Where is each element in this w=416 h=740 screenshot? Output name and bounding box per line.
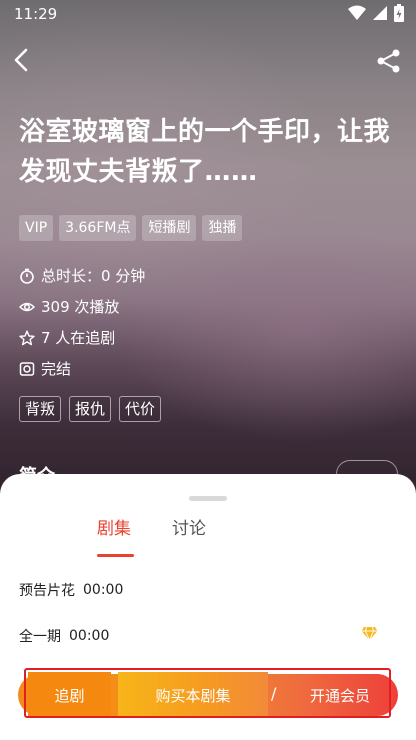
sheet-drag-handle[interactable] (189, 496, 227, 501)
status-bar: 11:29 (0, 0, 416, 30)
keyword-revenge[interactable]: 报仇 (69, 396, 112, 422)
action-separator: / (271, 684, 277, 703)
tag-list: VIP 3.66FM点 短播剧 独播 (19, 215, 243, 241)
diamond-icon (361, 626, 378, 641)
tag-category: 短播剧 (142, 215, 197, 241)
episode-duration: 00:00 (69, 628, 110, 644)
follow-button[interactable]: 追剧 (28, 672, 111, 718)
buy-drama-button[interactable]: 购买本剧集 (118, 672, 268, 718)
drama-title: 浴室玻璃窗上的一个手印，让我发现丈夫背叛了…… (19, 117, 391, 187)
eye-icon (19, 302, 35, 311)
wifi-icon (348, 5, 366, 20)
meta-duration: 总时长：0 分钟 (19, 260, 145, 291)
meta-status-text: 完结 (41, 360, 72, 378)
meta-followers-text: 7 人在追剧 (41, 329, 116, 347)
signal-icon (373, 6, 387, 20)
back-arrow-icon[interactable] (10, 46, 34, 74)
meta-status: 完结 (19, 353, 145, 384)
keyword-betrayal[interactable]: 背叛 (19, 396, 62, 422)
active-tab-indicator (97, 554, 134, 557)
tag-exclusive: 独播 (202, 215, 243, 241)
timer-icon (20, 268, 34, 284)
star-icon (19, 330, 35, 345)
meta-list: 总时长：0 分钟 309 次播放 7 人在追剧 完结 (19, 260, 145, 384)
keyword-list: 背叛 报仇 代价 (19, 396, 162, 422)
meta-duration-text: 总时长：0 分钟 (41, 267, 146, 285)
share-icon[interactable] (376, 48, 402, 74)
episode-name: 全一期 (19, 629, 61, 645)
tag-price: 3.66FM点 (59, 215, 137, 241)
keyword-price[interactable]: 代价 (119, 396, 162, 422)
tab-discussion[interactable]: 讨论 (172, 518, 206, 540)
meta-followers: 7 人在追剧 (19, 322, 145, 353)
meta-plays-text: 309 次播放 (41, 298, 120, 316)
episode-duration: 00:00 (83, 582, 124, 598)
episode-row-full[interactable]: 全一期 00:00 (19, 626, 109, 646)
status-icons (348, 4, 404, 22)
episode-row-trailer[interactable]: 预告片花 00:00 (19, 580, 123, 600)
tab-episodes[interactable]: 剧集 (97, 518, 131, 540)
meta-plays: 309 次播放 (19, 291, 145, 322)
complete-icon (19, 361, 35, 376)
open-vip-button[interactable]: 开通会员 (290, 672, 390, 718)
battery-icon (394, 4, 404, 22)
status-time: 11:29 (14, 5, 58, 23)
episode-name: 预告片花 (19, 583, 75, 599)
tag-vip: VIP (19, 215, 54, 241)
